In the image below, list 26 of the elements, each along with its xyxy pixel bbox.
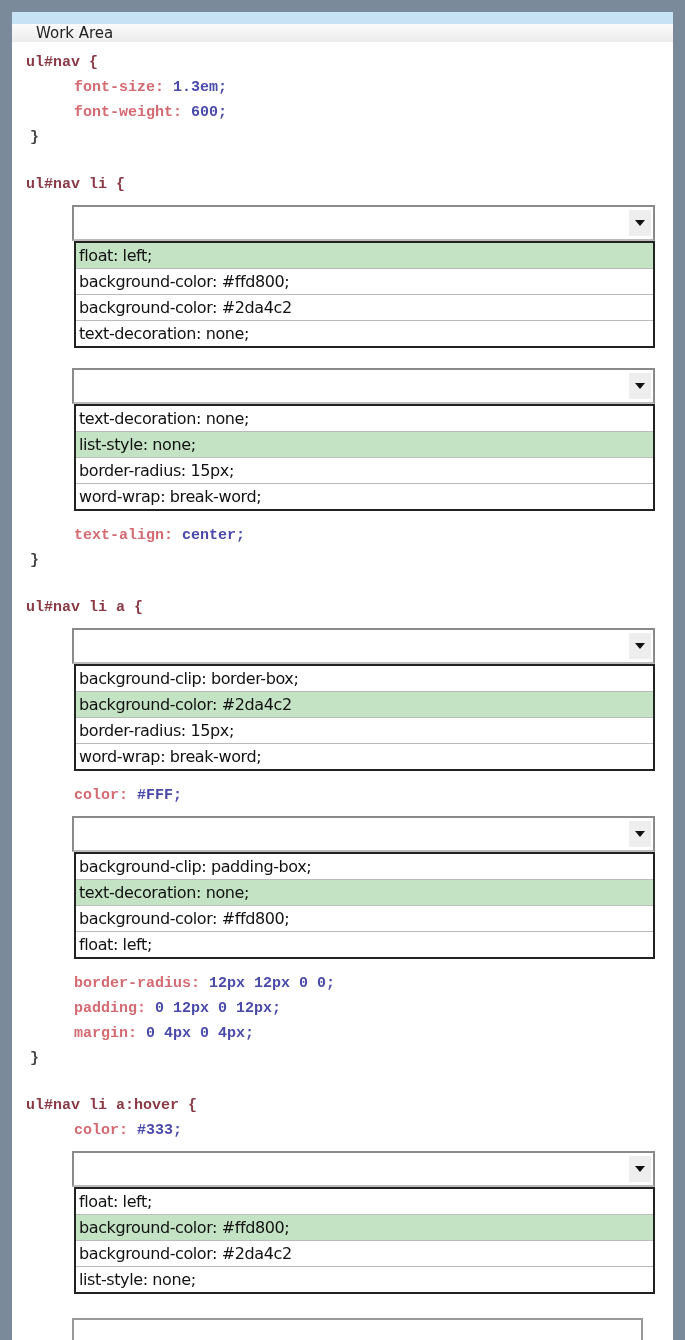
dropdown-field[interactable] <box>72 205 655 241</box>
dropdown-field[interactable] <box>72 368 655 404</box>
dropdown-field[interactable] <box>72 816 655 852</box>
option-item[interactable]: background-color: #2da4c2 <box>76 691 653 717</box>
option-item[interactable]: background-color: #ffd800; <box>76 1214 653 1240</box>
code-line: color: #FFF; <box>73 786 183 806</box>
option-item[interactable]: float: left; <box>76 243 653 268</box>
dropdown-field[interactable] <box>72 1151 655 1187</box>
code-line: } <box>29 1049 39 1069</box>
code-line: font-size: 1.3em; <box>73 78 228 98</box>
dropdown-field[interactable] <box>72 628 655 664</box>
code-line: color: #333; <box>73 1121 183 1141</box>
code-line: padding: 0 12px 0 12px; <box>73 999 282 1019</box>
option-item[interactable]: list-style: none; <box>76 431 653 457</box>
code-line: ul#nav { <box>26 53 98 73</box>
code-line: text-align: center; <box>73 526 246 546</box>
panel-title: Work Area <box>12 24 673 42</box>
code-line: ul#nav li a:hover { <box>26 1096 198 1116</box>
code-line: } <box>29 128 39 148</box>
code-line: font-weight: 600; <box>73 103 228 123</box>
code-line: border-radius: 12px 12px 0 0; <box>73 974 336 994</box>
code-line: } <box>29 551 39 571</box>
code-line: ul#nav li a { <box>26 598 144 618</box>
code-line: ul#nav li { <box>26 175 126 195</box>
option-item[interactable]: text-decoration: none; <box>76 879 653 905</box>
code-line: margin: 0 4px 0 4px; <box>73 1024 255 1044</box>
